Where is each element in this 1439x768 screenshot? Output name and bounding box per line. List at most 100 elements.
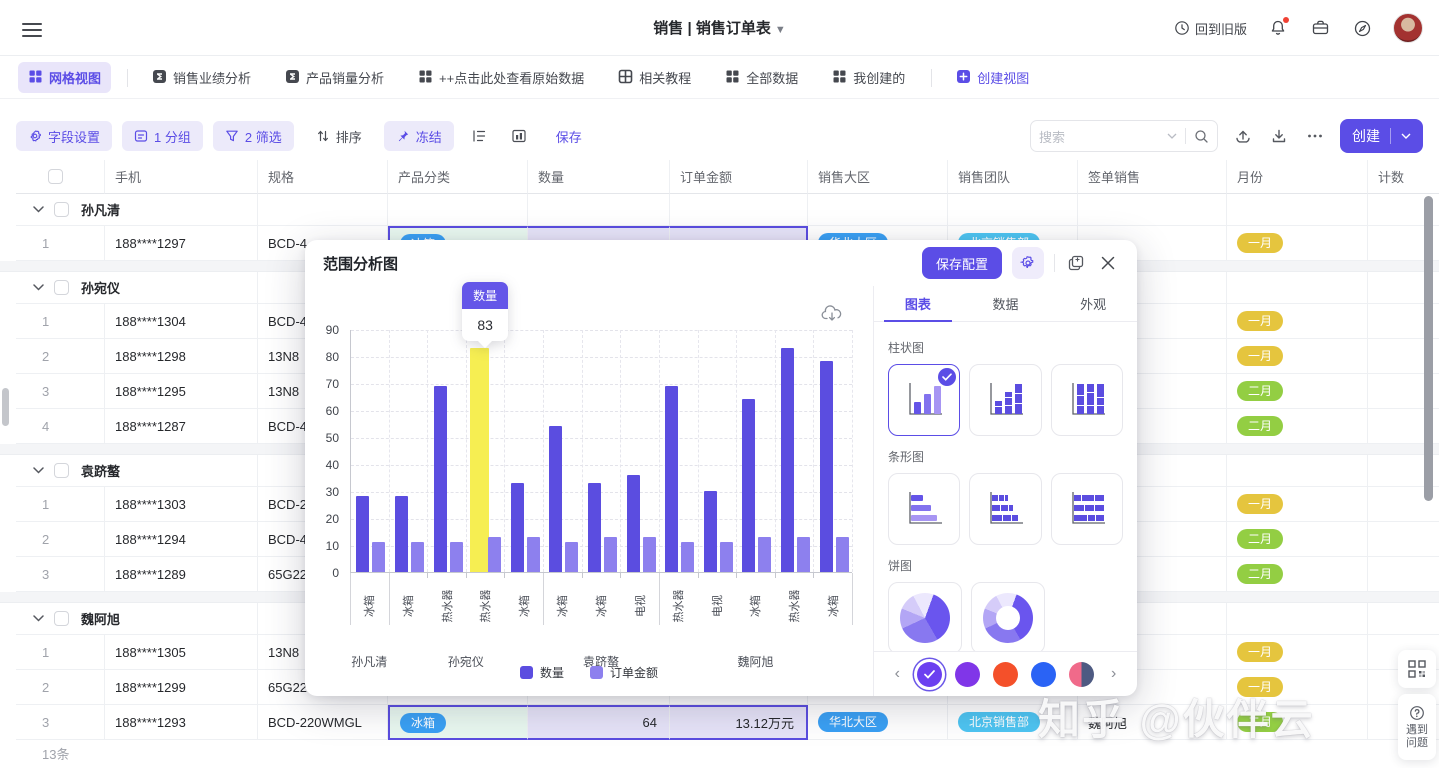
palette-next-icon[interactable]: › bbox=[1107, 665, 1120, 683]
y-axis-tick-label: 10 bbox=[307, 539, 339, 553]
phone-value: 188****1295 bbox=[115, 384, 186, 399]
view-tab-2[interactable]: 销售业绩分析 bbox=[142, 62, 261, 93]
duplicate-chart-icon[interactable] bbox=[1065, 252, 1087, 274]
download-chart-icon[interactable] bbox=[821, 304, 843, 324]
group-separator bbox=[543, 573, 544, 625]
search-input[interactable]: 搜索 bbox=[1030, 120, 1218, 152]
column-header-count[interactable]: 计数 bbox=[1368, 160, 1439, 194]
select-all-checkbox[interactable] bbox=[48, 169, 63, 184]
column-header-amount[interactable]: 订单金额 bbox=[670, 160, 808, 194]
signer-value: 魏阿旭 bbox=[1088, 713, 1127, 732]
freeze-button[interactable]: 冻结 bbox=[384, 121, 454, 151]
search-icon[interactable] bbox=[1194, 129, 1209, 144]
group-checkbox[interactable] bbox=[54, 202, 69, 217]
cell-count bbox=[1368, 557, 1439, 592]
team-pill: 北京销售部 bbox=[958, 712, 1040, 732]
column-header-month[interactable]: 月份 bbox=[1227, 160, 1368, 194]
palette-prev-icon[interactable]: ‹ bbox=[891, 665, 904, 683]
create-record-button[interactable]: 创建 bbox=[1340, 119, 1423, 153]
save-config-button[interactable]: 保存配置 bbox=[922, 247, 1002, 279]
cell-phone: 188****1304 bbox=[105, 304, 258, 339]
view-tab-4[interactable]: ++点击此处查看原始数据 bbox=[408, 62, 594, 93]
column-chart-stacked-option[interactable] bbox=[969, 364, 1041, 436]
save-view-button[interactable]: 保存 bbox=[544, 121, 594, 151]
field-settings-button[interactable]: 字段设置 bbox=[16, 121, 112, 151]
row-height-button[interactable] bbox=[464, 121, 494, 151]
view-tab-label: 产品销量分析 bbox=[306, 68, 384, 87]
statistics-button[interactable] bbox=[504, 121, 534, 151]
export-download-icon[interactable] bbox=[1268, 125, 1290, 147]
bar-订单金额 bbox=[565, 542, 578, 572]
qr-code-button[interactable] bbox=[1398, 650, 1436, 688]
column-header-label: 规格 bbox=[268, 167, 294, 186]
group-checkbox[interactable] bbox=[54, 280, 69, 295]
view-tab-3[interactable]: 产品销量分析 bbox=[275, 62, 394, 93]
filter-button[interactable]: 2 筛选 bbox=[213, 121, 294, 151]
help-feedback-button[interactable]: 遇到问题 bbox=[1398, 694, 1436, 760]
theme-color-swatch[interactable] bbox=[955, 662, 980, 687]
row-height-icon bbox=[471, 128, 487, 144]
chevron-down-icon[interactable] bbox=[1167, 133, 1177, 139]
theme-color-swatch[interactable] bbox=[1031, 662, 1056, 687]
group-checkbox[interactable] bbox=[54, 611, 69, 626]
restore-icon bbox=[1174, 20, 1190, 36]
panel-tab-3[interactable]: 外观 bbox=[1049, 286, 1137, 321]
theme-color-swatch[interactable] bbox=[917, 662, 942, 687]
column-header-region[interactable]: 销售大区 bbox=[808, 160, 948, 194]
bar-数量 bbox=[588, 483, 601, 572]
chart-settings-button[interactable] bbox=[1012, 247, 1044, 279]
gridline bbox=[427, 330, 428, 572]
group-checkbox[interactable] bbox=[54, 463, 69, 478]
left-mini-scrollbar[interactable] bbox=[2, 388, 9, 426]
user-avatar[interactable] bbox=[1393, 13, 1423, 43]
workbench-briefcase-icon[interactable] bbox=[1309, 17, 1331, 39]
donut-chart-option[interactable] bbox=[971, 582, 1045, 651]
column-header-phone[interactable]: 手机 bbox=[105, 160, 258, 194]
column-header-label: 月份 bbox=[1237, 167, 1263, 186]
bar-chart-percent-option[interactable] bbox=[1051, 473, 1123, 545]
table-row[interactable]: 3188****1293BCD-220WMGL冰箱6413.12万元华北大区北京… bbox=[16, 705, 1439, 740]
back-to-old-version-button[interactable]: 回到旧版 bbox=[1174, 19, 1247, 38]
view-tab-1[interactable]: 网格视图 bbox=[18, 62, 111, 93]
num-value: 2 bbox=[42, 680, 49, 695]
group-button[interactable]: 1 分组 bbox=[122, 121, 203, 151]
group-collapse-chevron-icon[interactable] bbox=[30, 280, 46, 296]
num-value: 3 bbox=[42, 384, 49, 399]
group-header-row[interactable]: 孙凡清 bbox=[16, 194, 1439, 226]
column-header-qty[interactable]: 数量 bbox=[528, 160, 670, 194]
column-header-num[interactable] bbox=[16, 160, 105, 194]
group-collapse-chevron-icon[interactable] bbox=[30, 611, 46, 627]
x-category-label: 热水器 bbox=[786, 578, 802, 634]
view-tab-7[interactable]: 我创建的 bbox=[822, 62, 915, 93]
pie-chart-option[interactable] bbox=[888, 582, 962, 651]
view-tab-5[interactable]: 相关教程 bbox=[608, 62, 701, 93]
column-chart-percent-option[interactable] bbox=[1051, 364, 1123, 436]
column-header-spec[interactable]: 规格 bbox=[258, 160, 388, 194]
theme-color-swatch[interactable] bbox=[1069, 662, 1094, 687]
more-options-icon[interactable] bbox=[1304, 125, 1326, 147]
sort-button[interactable]: 排序 bbox=[304, 121, 374, 151]
group-collapse-chevron-icon[interactable] bbox=[30, 463, 46, 479]
theme-color-swatch[interactable] bbox=[993, 662, 1018, 687]
discover-compass-icon[interactable] bbox=[1351, 17, 1373, 39]
group-collapse-chevron-icon[interactable] bbox=[30, 202, 46, 218]
panel-tab-1[interactable]: 图表 bbox=[874, 286, 962, 321]
panel-tab-2[interactable]: 数据 bbox=[962, 286, 1050, 321]
bar-chart-stacked-option[interactable] bbox=[969, 473, 1041, 545]
cell-count bbox=[1368, 522, 1439, 557]
x-axis-tick bbox=[775, 573, 776, 578]
qty-value: 64 bbox=[643, 715, 657, 730]
column-header-signer[interactable]: 签单销售 bbox=[1078, 160, 1227, 194]
column-header-category[interactable]: 产品分类 bbox=[388, 160, 528, 194]
gridline bbox=[466, 330, 467, 572]
vertical-scrollbar[interactable] bbox=[1424, 196, 1433, 501]
close-icon[interactable] bbox=[1097, 252, 1119, 274]
column-header-team[interactable]: 销售团队 bbox=[948, 160, 1078, 194]
notifications-bell-icon[interactable] bbox=[1267, 17, 1289, 39]
view-tab-6[interactable]: 全部数据 bbox=[715, 62, 808, 93]
column-chart-basic-option[interactable] bbox=[888, 364, 960, 436]
cell-num: 3 bbox=[16, 557, 105, 592]
create-view-button[interactable]: 创建视图 bbox=[946, 62, 1039, 93]
bar-chart-basic-option[interactable] bbox=[888, 473, 960, 545]
import-upload-icon[interactable] bbox=[1232, 125, 1254, 147]
